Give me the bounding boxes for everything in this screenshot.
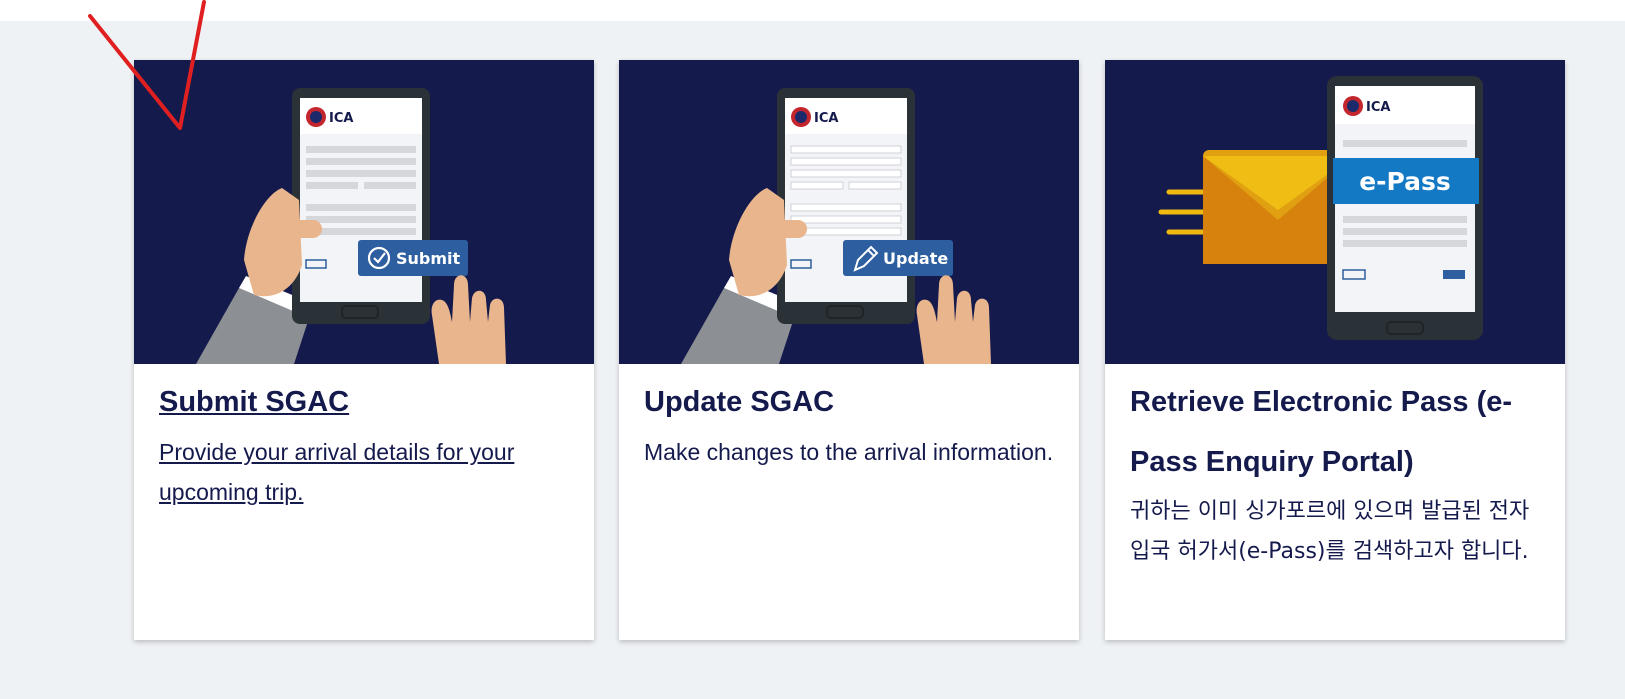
update-sgac-card[interactable]: ICA Update Update SGAC Make changes to t… (619, 60, 1079, 640)
svg-text:ICA: ICA (814, 111, 838, 126)
phone-submit-illustration: ICA Submit (196, 88, 506, 364)
svg-text:Update: Update (883, 249, 948, 268)
retrieve-epass-title[interactable]: Retrieve Electronic Pass (e-Pass Enquiry… (1130, 372, 1547, 492)
epass-illustration: ICA e-Pass (1105, 60, 1565, 364)
submit-sgac-card[interactable]: ICA Submit Submit SGAC Provide your arri… (134, 60, 594, 640)
submit-sgac-description-link[interactable]: Provide your arrival details for your up… (159, 432, 576, 512)
retrieve-epass-description[interactable]: 귀하는 이미 싱가포르에 있으며 발급된 전자 입국 허가서(e-Pass)를 … (1130, 492, 1547, 572)
svg-text:ICA: ICA (329, 111, 353, 126)
submit-sgac-title-link[interactable]: Submit SGAC (159, 372, 576, 432)
update-sgac-title[interactable]: Update SGAC (644, 372, 1061, 432)
phone-epass-illustration: ICA e-Pass (1158, 76, 1483, 340)
update-illustration: ICA Update (619, 60, 1079, 364)
submit-illustration: ICA Submit (134, 60, 594, 364)
svg-text:e-Pass: e-Pass (1359, 167, 1451, 196)
phone-update-illustration: ICA Update (681, 88, 991, 364)
retrieve-epass-card[interactable]: ICA e-Pass Retrieve Electronic Pass (e-P… (1105, 60, 1565, 640)
update-sgac-description[interactable]: Make changes to the arrival information. (644, 432, 1061, 472)
svg-text:Submit: Submit (396, 249, 461, 268)
svg-text:ICA: ICA (1366, 100, 1390, 115)
